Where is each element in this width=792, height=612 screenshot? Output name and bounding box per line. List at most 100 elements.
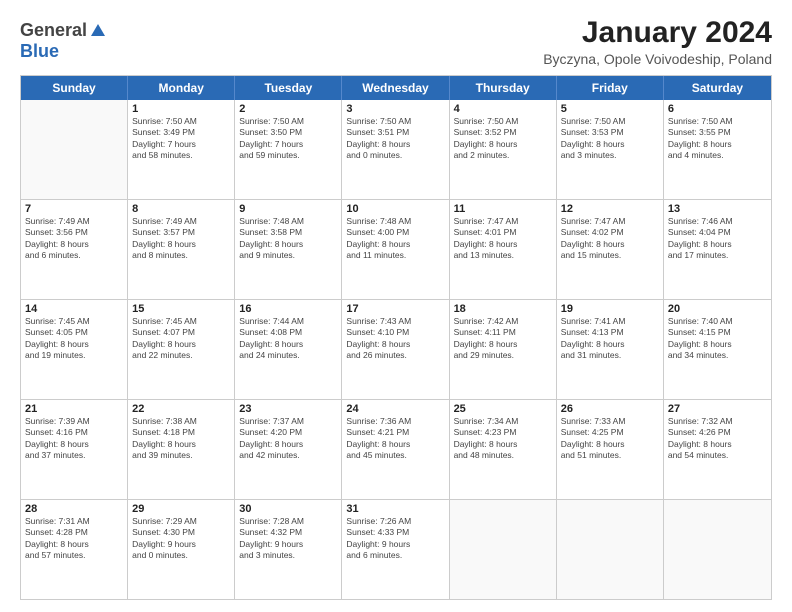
cell-day-number: 31 — [346, 503, 444, 515]
cell-day-number: 1 — [132, 103, 230, 115]
cell-day-number: 15 — [132, 303, 230, 315]
calendar-row: 1Sunrise: 7:50 AM Sunset: 3:49 PM Daylig… — [21, 100, 771, 200]
calendar-cell: 24Sunrise: 7:36 AM Sunset: 4:21 PM Dayli… — [342, 400, 449, 499]
calendar-subtitle: Byczyna, Opole Voivodeship, Poland — [543, 51, 772, 67]
cell-day-number: 30 — [239, 503, 337, 515]
calendar-cell: 7Sunrise: 7:49 AM Sunset: 3:56 PM Daylig… — [21, 200, 128, 299]
cell-day-number: 23 — [239, 403, 337, 415]
cell-info: Sunrise: 7:45 AM Sunset: 4:07 PM Dayligh… — [132, 316, 230, 362]
cell-info: Sunrise: 7:44 AM Sunset: 4:08 PM Dayligh… — [239, 316, 337, 362]
calendar-cell: 2Sunrise: 7:50 AM Sunset: 3:50 PM Daylig… — [235, 100, 342, 199]
calendar-row: 28Sunrise: 7:31 AM Sunset: 4:28 PM Dayli… — [21, 500, 771, 599]
calendar-cell: 27Sunrise: 7:32 AM Sunset: 4:26 PM Dayli… — [664, 400, 771, 499]
weekday-header-friday: Friday — [557, 76, 664, 100]
calendar-cell: 1Sunrise: 7:50 AM Sunset: 3:49 PM Daylig… — [128, 100, 235, 199]
cell-info: Sunrise: 7:48 AM Sunset: 3:58 PM Dayligh… — [239, 216, 337, 262]
cell-day-number: 26 — [561, 403, 659, 415]
calendar-cell: 13Sunrise: 7:46 AM Sunset: 4:04 PM Dayli… — [664, 200, 771, 299]
cell-day-number: 25 — [454, 403, 552, 415]
calendar-cell: 12Sunrise: 7:47 AM Sunset: 4:02 PM Dayli… — [557, 200, 664, 299]
cell-info: Sunrise: 7:50 AM Sunset: 3:55 PM Dayligh… — [668, 116, 767, 162]
cell-info: Sunrise: 7:26 AM Sunset: 4:33 PM Dayligh… — [346, 516, 444, 562]
cell-day-number: 14 — [25, 303, 123, 315]
weekday-header-tuesday: Tuesday — [235, 76, 342, 100]
cell-info: Sunrise: 7:39 AM Sunset: 4:16 PM Dayligh… — [25, 416, 123, 462]
cell-day-number: 22 — [132, 403, 230, 415]
logo-general-text: General — [20, 20, 87, 41]
calendar-cell — [664, 500, 771, 599]
cell-info: Sunrise: 7:48 AM Sunset: 4:00 PM Dayligh… — [346, 216, 444, 262]
cell-info: Sunrise: 7:41 AM Sunset: 4:13 PM Dayligh… — [561, 316, 659, 362]
cell-info: Sunrise: 7:42 AM Sunset: 4:11 PM Dayligh… — [454, 316, 552, 362]
calendar-cell: 8Sunrise: 7:49 AM Sunset: 3:57 PM Daylig… — [128, 200, 235, 299]
calendar-cell: 30Sunrise: 7:28 AM Sunset: 4:32 PM Dayli… — [235, 500, 342, 599]
cell-info: Sunrise: 7:33 AM Sunset: 4:25 PM Dayligh… — [561, 416, 659, 462]
cell-day-number: 11 — [454, 203, 552, 215]
calendar-body: 1Sunrise: 7:50 AM Sunset: 3:49 PM Daylig… — [21, 100, 771, 599]
cell-info: Sunrise: 7:47 AM Sunset: 4:02 PM Dayligh… — [561, 216, 659, 262]
cell-day-number: 10 — [346, 203, 444, 215]
cell-info: Sunrise: 7:50 AM Sunset: 3:52 PM Dayligh… — [454, 116, 552, 162]
cell-day-number: 7 — [25, 203, 123, 215]
calendar: SundayMondayTuesdayWednesdayThursdayFrid… — [20, 75, 772, 600]
weekday-header-thursday: Thursday — [450, 76, 557, 100]
cell-info: Sunrise: 7:28 AM Sunset: 4:32 PM Dayligh… — [239, 516, 337, 562]
cell-info: Sunrise: 7:50 AM Sunset: 3:53 PM Dayligh… — [561, 116, 659, 162]
cell-info: Sunrise: 7:36 AM Sunset: 4:21 PM Dayligh… — [346, 416, 444, 462]
calendar-cell: 11Sunrise: 7:47 AM Sunset: 4:01 PM Dayli… — [450, 200, 557, 299]
calendar-cell: 25Sunrise: 7:34 AM Sunset: 4:23 PM Dayli… — [450, 400, 557, 499]
cell-day-number: 17 — [346, 303, 444, 315]
cell-day-number: 21 — [25, 403, 123, 415]
logo-icon — [89, 22, 107, 40]
cell-day-number: 8 — [132, 203, 230, 215]
calendar-row: 14Sunrise: 7:45 AM Sunset: 4:05 PM Dayli… — [21, 300, 771, 400]
calendar-cell: 15Sunrise: 7:45 AM Sunset: 4:07 PM Dayli… — [128, 300, 235, 399]
calendar-cell: 19Sunrise: 7:41 AM Sunset: 4:13 PM Dayli… — [557, 300, 664, 399]
calendar-cell: 18Sunrise: 7:42 AM Sunset: 4:11 PM Dayli… — [450, 300, 557, 399]
calendar-cell — [557, 500, 664, 599]
cell-day-number: 2 — [239, 103, 337, 115]
cell-info: Sunrise: 7:34 AM Sunset: 4:23 PM Dayligh… — [454, 416, 552, 462]
cell-day-number: 24 — [346, 403, 444, 415]
cell-day-number: 5 — [561, 103, 659, 115]
calendar-cell: 14Sunrise: 7:45 AM Sunset: 4:05 PM Dayli… — [21, 300, 128, 399]
calendar-cell: 29Sunrise: 7:29 AM Sunset: 4:30 PM Dayli… — [128, 500, 235, 599]
cell-day-number: 6 — [668, 103, 767, 115]
calendar-cell: 22Sunrise: 7:38 AM Sunset: 4:18 PM Dayli… — [128, 400, 235, 499]
cell-info: Sunrise: 7:40 AM Sunset: 4:15 PM Dayligh… — [668, 316, 767, 362]
calendar-weekday-header: SundayMondayTuesdayWednesdayThursdayFrid… — [21, 76, 771, 100]
cell-day-number: 13 — [668, 203, 767, 215]
cell-info: Sunrise: 7:50 AM Sunset: 3:51 PM Dayligh… — [346, 116, 444, 162]
cell-info: Sunrise: 7:31 AM Sunset: 4:28 PM Dayligh… — [25, 516, 123, 562]
cell-day-number: 16 — [239, 303, 337, 315]
calendar-row: 21Sunrise: 7:39 AM Sunset: 4:16 PM Dayli… — [21, 400, 771, 500]
logo: General Blue — [20, 20, 107, 62]
cell-day-number: 29 — [132, 503, 230, 515]
calendar-cell: 10Sunrise: 7:48 AM Sunset: 4:00 PM Dayli… — [342, 200, 449, 299]
calendar-cell: 20Sunrise: 7:40 AM Sunset: 4:15 PM Dayli… — [664, 300, 771, 399]
calendar-cell: 3Sunrise: 7:50 AM Sunset: 3:51 PM Daylig… — [342, 100, 449, 199]
calendar-cell — [450, 500, 557, 599]
calendar-cell: 21Sunrise: 7:39 AM Sunset: 4:16 PM Dayli… — [21, 400, 128, 499]
weekday-header-wednesday: Wednesday — [342, 76, 449, 100]
cell-day-number: 3 — [346, 103, 444, 115]
calendar-cell: 16Sunrise: 7:44 AM Sunset: 4:08 PM Dayli… — [235, 300, 342, 399]
title-block: January 2024 Byczyna, Opole Voivodeship,… — [543, 16, 772, 67]
cell-info: Sunrise: 7:38 AM Sunset: 4:18 PM Dayligh… — [132, 416, 230, 462]
header: General Blue January 2024 Byczyna, Opole… — [20, 16, 772, 67]
cell-info: Sunrise: 7:32 AM Sunset: 4:26 PM Dayligh… — [668, 416, 767, 462]
cell-info: Sunrise: 7:46 AM Sunset: 4:04 PM Dayligh… — [668, 216, 767, 262]
cell-info: Sunrise: 7:49 AM Sunset: 3:57 PM Dayligh… — [132, 216, 230, 262]
cell-info: Sunrise: 7:37 AM Sunset: 4:20 PM Dayligh… — [239, 416, 337, 462]
cell-info: Sunrise: 7:29 AM Sunset: 4:30 PM Dayligh… — [132, 516, 230, 562]
cell-day-number: 18 — [454, 303, 552, 315]
logo-blue-text: Blue — [20, 41, 59, 61]
cell-day-number: 9 — [239, 203, 337, 215]
cell-info: Sunrise: 7:43 AM Sunset: 4:10 PM Dayligh… — [346, 316, 444, 362]
calendar-cell: 31Sunrise: 7:26 AM Sunset: 4:33 PM Dayli… — [342, 500, 449, 599]
calendar-cell: 17Sunrise: 7:43 AM Sunset: 4:10 PM Dayli… — [342, 300, 449, 399]
cell-day-number: 28 — [25, 503, 123, 515]
cell-day-number: 20 — [668, 303, 767, 315]
weekday-header-sunday: Sunday — [21, 76, 128, 100]
cell-info: Sunrise: 7:49 AM Sunset: 3:56 PM Dayligh… — [25, 216, 123, 262]
